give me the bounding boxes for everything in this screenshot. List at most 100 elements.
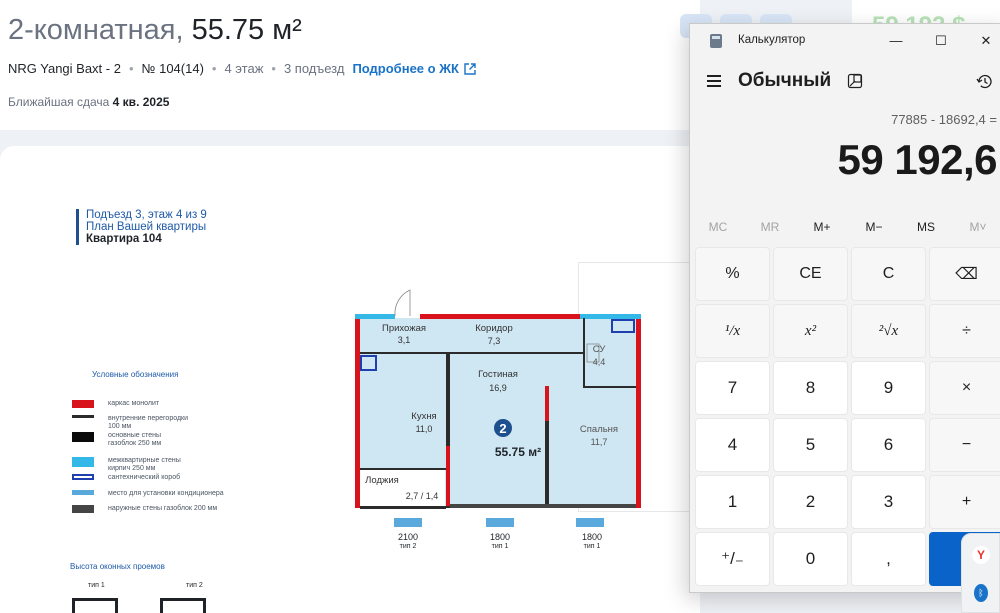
memory-store-button[interactable]: MS: [901, 220, 951, 234]
room-area: 11,7: [591, 437, 608, 447]
room-label: Кухня: [411, 411, 436, 422]
legend-swatch: [72, 457, 94, 467]
wall-top-blue: [355, 314, 395, 319]
calculator-titlebar[interactable]: Калькулятор — ☐ ✕: [690, 24, 1000, 58]
digit-6-key[interactable]: 6: [851, 418, 926, 472]
reciprocal-key-label: ¹/x: [724, 322, 741, 339]
room-area: 4,4: [593, 357, 606, 367]
room-label: Коридор: [475, 323, 513, 334]
wall-left: [355, 316, 360, 508]
legend-row: межквартирные стены кирпич 250 мм: [72, 457, 181, 473]
clear-entry-key[interactable]: CE: [773, 247, 848, 301]
separator-dot: •: [271, 61, 276, 76]
calculator-app-icon: [710, 34, 722, 48]
memory-recall-button[interactable]: MR: [745, 220, 795, 234]
legend-swatch: [72, 432, 94, 442]
legend-title: Условные обозначения: [92, 370, 179, 379]
digit-9-key[interactable]: 9: [851, 361, 926, 415]
hamburger-menu-icon[interactable]: [707, 75, 721, 87]
yandex-browser-icon[interactable]: Y: [972, 546, 990, 564]
ac-window-3: [576, 518, 604, 527]
legend-row: место для установки кондиционера: [72, 490, 224, 498]
legend-row: наружные стены газоблок 200 мм: [72, 505, 217, 513]
loggia-floor: [360, 468, 445, 508]
calculator-mode-title: Обычный: [738, 70, 832, 91]
keep-on-top-icon[interactable]: [847, 73, 863, 89]
legend-swatch: [72, 505, 94, 513]
legend-label: межквартирные стены кирпич 250 мм: [108, 457, 181, 472]
window-type-label: тип 2: [186, 582, 203, 589]
room-area: 7,3: [488, 336, 501, 346]
legend-label: внутренние перегородки 100 мм: [108, 415, 189, 430]
digit-3-key[interactable]: 3: [851, 475, 926, 529]
divide-key[interactable]: ÷: [929, 304, 1000, 358]
window-type-label: тип 1: [88, 582, 105, 589]
total-area: 55.75 м²: [495, 445, 541, 459]
square-key[interactable]: x²: [773, 304, 848, 358]
memory-list-button[interactable]: M˅: [953, 220, 1000, 234]
subtract-key[interactable]: −: [929, 418, 1000, 472]
percent-key[interactable]: %: [695, 247, 770, 301]
loggia-wall: [360, 506, 446, 509]
legend-label: каркас монолит: [108, 400, 160, 407]
separator-dot: •: [128, 61, 134, 76]
digit-7-key[interactable]: 7: [695, 361, 770, 415]
negate-key[interactable]: ⁺/₋: [695, 532, 770, 586]
plan-heading-subtitle: План Вашей квартиры: [86, 221, 207, 233]
window-width: 2100: [398, 532, 418, 542]
digit-4-key[interactable]: 4: [695, 418, 770, 472]
tray-panel: Y ᛒ: [961, 533, 1000, 613]
delivery-info: Ближайшая сдача 4 кв. 2025: [8, 95, 169, 109]
legend-swatch: [72, 415, 94, 418]
separator-dot: •: [211, 61, 217, 76]
ac-window-1: [394, 518, 422, 527]
room-label: Прихожая: [382, 323, 426, 334]
digit-0-key[interactable]: 0: [773, 532, 848, 586]
window-type: тип 1: [492, 543, 509, 550]
multiply-key[interactable]: ×: [929, 361, 1000, 415]
digit-5-key[interactable]: 5: [773, 418, 848, 472]
bluetooth-icon[interactable]: ᛒ: [974, 584, 988, 602]
memory-subtract-button[interactable]: M−: [849, 220, 899, 234]
calculator-window: Калькулятор — ☐ ✕ Обычный 77885 - 18692,…: [689, 23, 1000, 593]
digit-8-key[interactable]: 8: [773, 361, 848, 415]
square-root-key-label: ²√x: [878, 322, 899, 339]
wall-top-red: [420, 314, 580, 319]
complex-details-label: Подробнее о ЖК: [352, 61, 459, 76]
square-root-key[interactable]: ²√x: [851, 304, 926, 358]
history-icon[interactable]: [976, 73, 993, 90]
window-width: 1800: [582, 532, 602, 542]
delivery-label: Ближайшая сдача: [8, 95, 110, 109]
external-link-icon: [464, 62, 476, 75]
clear-key[interactable]: C: [851, 247, 926, 301]
legend-label: основные стены газоблок 250 мм: [108, 432, 162, 447]
room-label: СУ: [593, 344, 607, 355]
backspace-key[interactable]: ⌫: [929, 247, 1000, 301]
legend-row: внутренние перегородки 100 мм: [72, 415, 188, 431]
complex-name: NRG Yangi Baxt - 2: [8, 61, 121, 76]
windows-title: Высота оконных проемов: [70, 562, 165, 571]
decimal-key[interactable]: ,: [851, 532, 926, 586]
inner-wall: [583, 318, 585, 388]
room-area: 11,0: [416, 424, 433, 434]
plan-heading-entrance: Подъезд 3, этаж 4 из 9: [86, 209, 207, 221]
minimize-button[interactable]: —: [884, 31, 908, 51]
column: [446, 446, 450, 506]
maximize-button[interactable]: ☐: [929, 31, 953, 51]
floor-plan-card: Подъезд 3, этаж 4 из 9 План Вашей кварти…: [0, 146, 700, 613]
entrance-info: 3 подъезд: [283, 61, 345, 76]
window-type-1-drawing: [72, 598, 118, 613]
wall-top-blue-right: [580, 314, 641, 319]
digit-2-key[interactable]: 2: [773, 475, 848, 529]
legend-label: место для установки кондиционера: [108, 490, 224, 497]
plan-heading-apartment: Квартира 104: [86, 233, 162, 245]
digit-1-key[interactable]: 1: [695, 475, 770, 529]
floor-plan-drawing: Прихожая 3,1 Коридор 7,3 СУ 4,4 Кухня 11…: [355, 289, 641, 550]
memory-clear-button[interactable]: MC: [693, 220, 743, 234]
complex-details-link[interactable]: Подробнее о ЖК: [352, 61, 476, 76]
memory-add-button[interactable]: M+: [797, 220, 847, 234]
loggia-wall: [360, 468, 446, 470]
add-key[interactable]: +: [929, 475, 1000, 529]
reciprocal-key[interactable]: ¹/x: [695, 304, 770, 358]
close-button[interactable]: ✕: [974, 31, 998, 51]
